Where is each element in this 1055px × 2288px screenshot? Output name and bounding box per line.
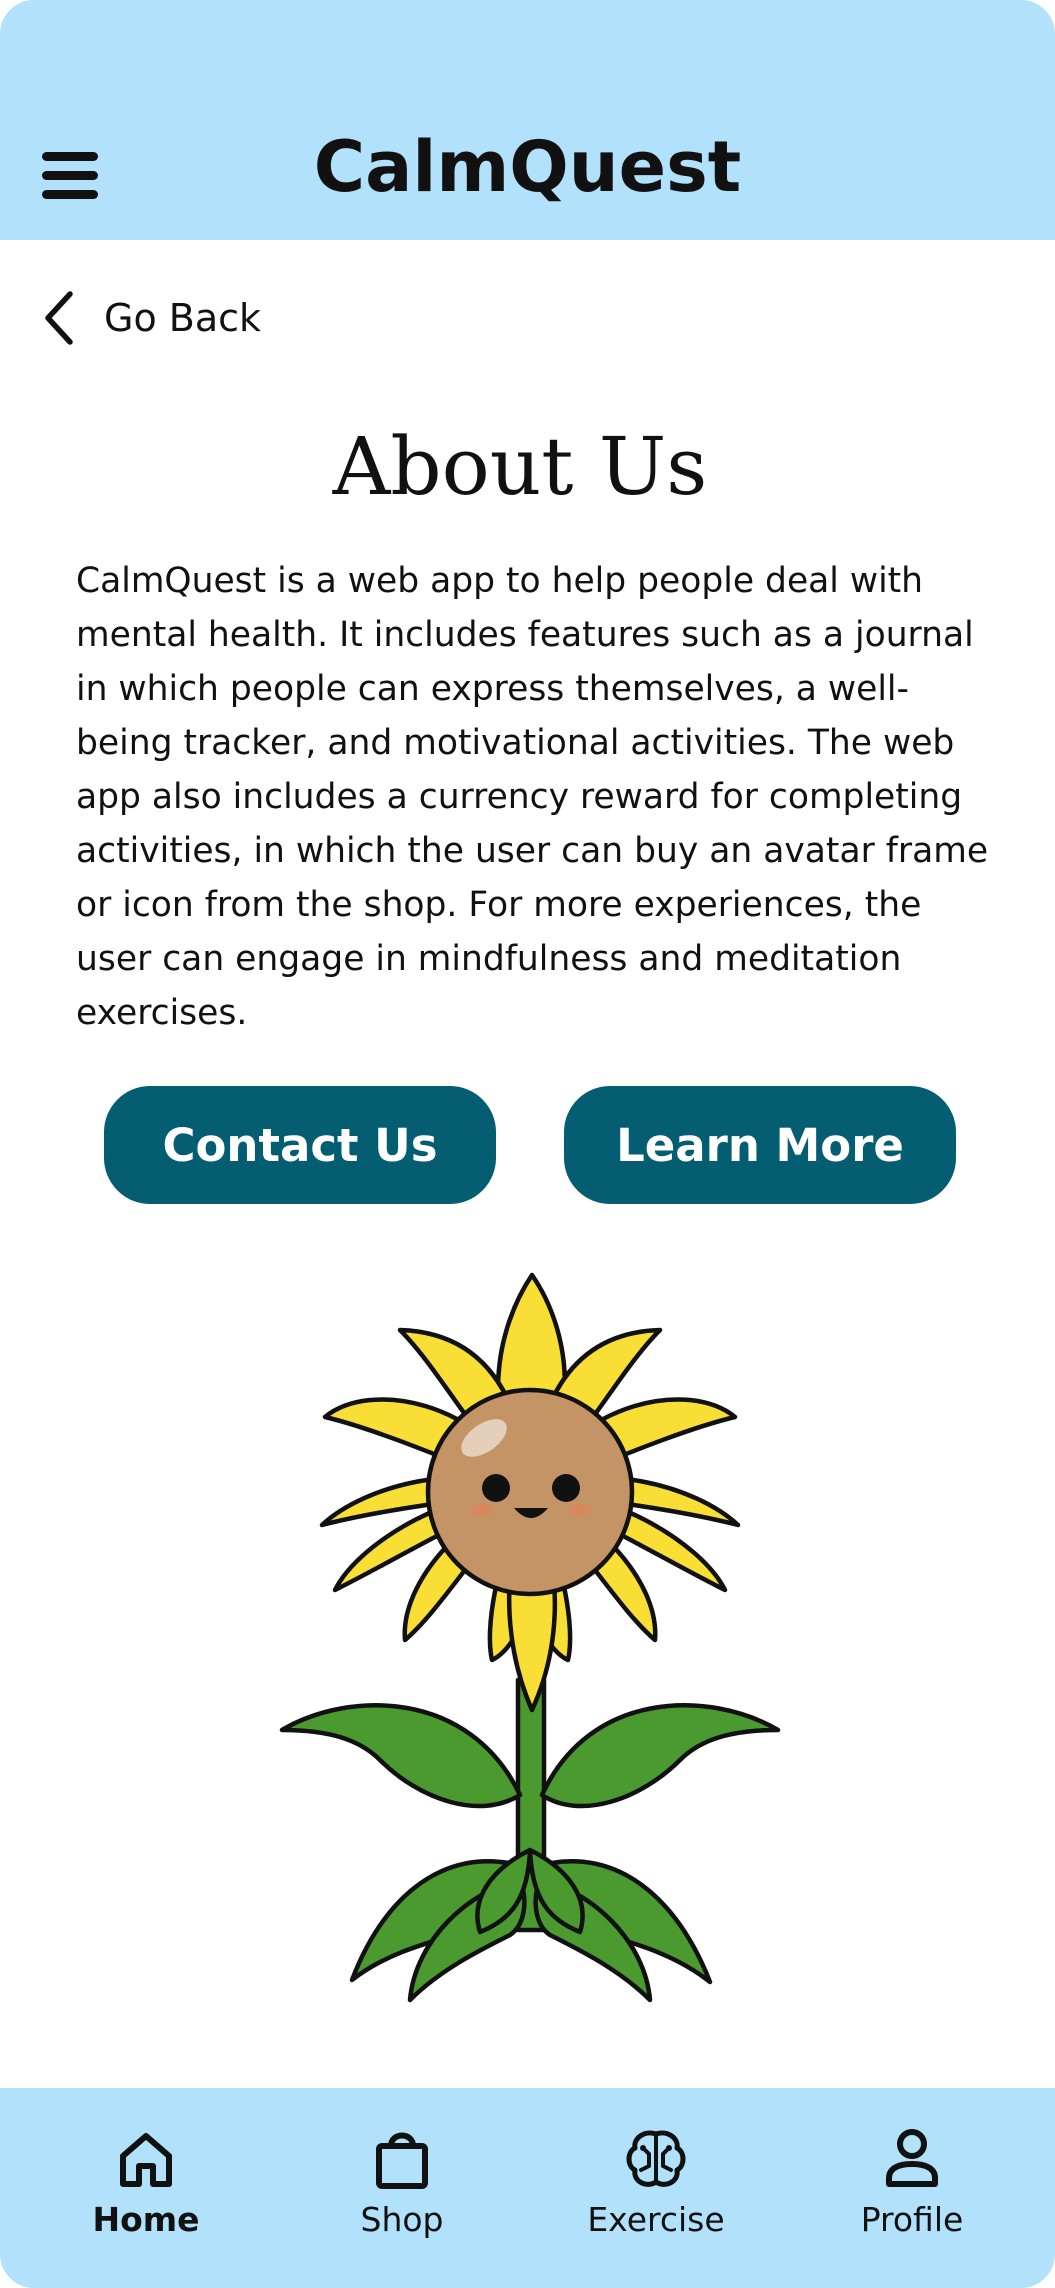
about-description: CalmQuest is a web app to help people de… bbox=[76, 561, 989, 1033]
nav-label-shop: Shop bbox=[360, 2200, 444, 2239]
sunflower-illustration bbox=[279, 1272, 781, 2003]
nav-item-profile[interactable]: Profile bbox=[822, 2126, 1002, 2256]
nav-label-home: Home bbox=[92, 2200, 200, 2239]
go-back-label: Go Back bbox=[104, 296, 262, 340]
bottom-nav-bar: Home Shop Exercise Profile bbox=[0, 2088, 1055, 2288]
chevron-left-icon bbox=[45, 291, 73, 345]
brain-icon bbox=[626, 2130, 686, 2187]
nav-item-exercise[interactable]: Exercise bbox=[566, 2126, 746, 2256]
page-title: About Us bbox=[332, 420, 708, 513]
contact-us-button[interactable]: Contact Us bbox=[104, 1086, 496, 1204]
app-screen: CalmQuest Go Back About Us CalmQuest is … bbox=[0, 0, 1055, 2288]
home-icon bbox=[120, 2133, 172, 2187]
go-back-link[interactable]: Go Back bbox=[40, 288, 261, 348]
app-header: CalmQuest bbox=[0, 0, 1055, 240]
shopping-bag-icon bbox=[376, 2132, 428, 2189]
user-icon bbox=[886, 2129, 938, 2187]
nav-item-shop[interactable]: Shop bbox=[312, 2126, 492, 2256]
app-title: CalmQuest bbox=[313, 126, 742, 208]
nav-item-home[interactable]: Home bbox=[56, 2126, 236, 2256]
learn-more-button[interactable]: Learn More bbox=[564, 1086, 956, 1204]
nav-label-profile: Profile bbox=[860, 2200, 964, 2239]
nav-label-exercise: Exercise bbox=[587, 2200, 725, 2239]
